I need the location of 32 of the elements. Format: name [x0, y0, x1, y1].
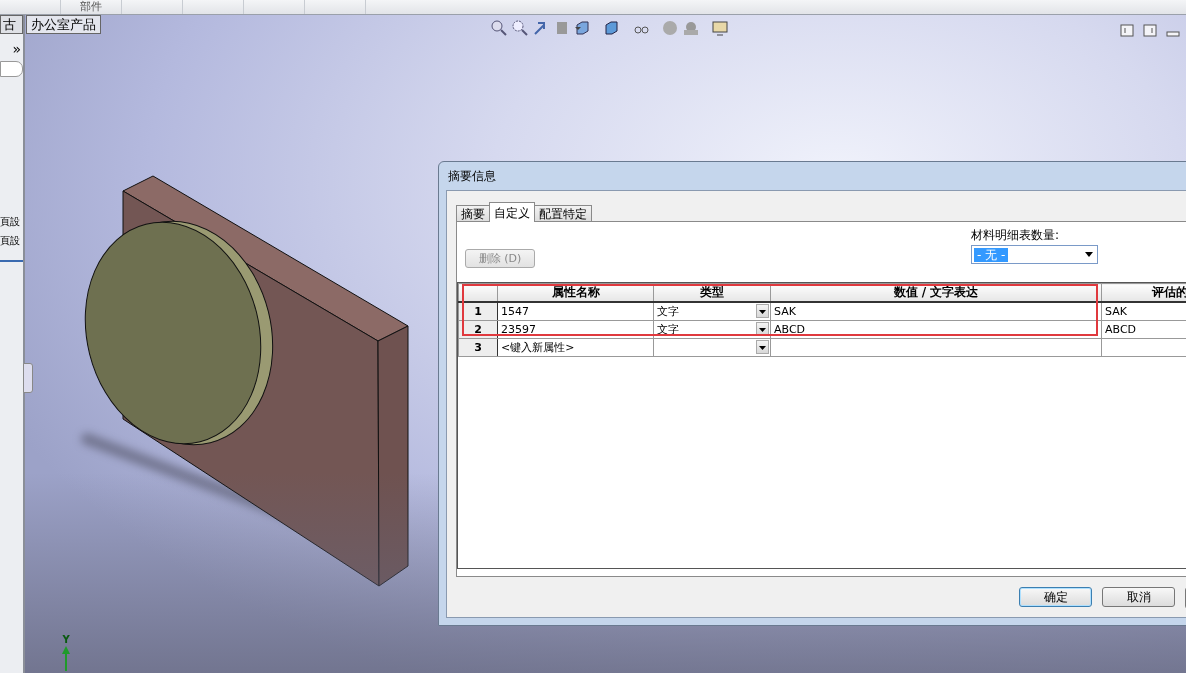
dialog-tab[interactable]: 自定义: [489, 202, 535, 222]
dialog-button[interactable]: 确定: [1019, 587, 1092, 607]
split-right-icon[interactable]: [1143, 23, 1157, 39]
axis-arrow-icon: [61, 645, 71, 671]
collapse-handle[interactable]: [23, 363, 33, 393]
appearance-icon[interactable]: [662, 20, 678, 36]
value-cell[interactable]: [770, 338, 1102, 357]
property-name-cell[interactable]: 1547: [497, 302, 654, 321]
dialog-title: 摘要信息: [447, 168, 497, 185]
property-name-cell[interactable]: <键入新属性>: [497, 338, 654, 357]
document-tab[interactable]: 古: [0, 15, 23, 34]
expand-button[interactable]: »: [12, 42, 21, 56]
dropdown-button[interactable]: [756, 304, 769, 318]
caret-icon: [1085, 252, 1093, 257]
type-cell[interactable]: 文字: [653, 320, 771, 339]
toolbar-label: 部件: [80, 1, 102, 13]
value-cell[interactable]: ABCD: [770, 320, 1102, 339]
panel-item[interactable]: 頁設: [0, 231, 23, 250]
zoom-area-icon[interactable]: [512, 20, 528, 36]
axis-label: Y: [62, 635, 70, 645]
dropdown-button[interactable]: [756, 340, 769, 354]
document-tab[interactable]: 办公室产品: [26, 15, 101, 34]
dialog-button[interactable]: 取消: [1102, 587, 1175, 607]
bom-quantity-label: 材料明细表数量:: [971, 227, 1061, 244]
split-left-icon[interactable]: [1120, 23, 1134, 39]
zoom-fit-icon[interactable]: [491, 20, 507, 36]
type-cell[interactable]: 文字: [653, 302, 771, 321]
panel-field[interactable]: [0, 61, 23, 77]
panel-item[interactable]: 頁設: [0, 212, 23, 231]
property-name-cell[interactable]: 23597: [497, 320, 654, 339]
type-cell[interactable]: [653, 338, 771, 357]
value-cell[interactable]: SAK: [770, 302, 1102, 321]
